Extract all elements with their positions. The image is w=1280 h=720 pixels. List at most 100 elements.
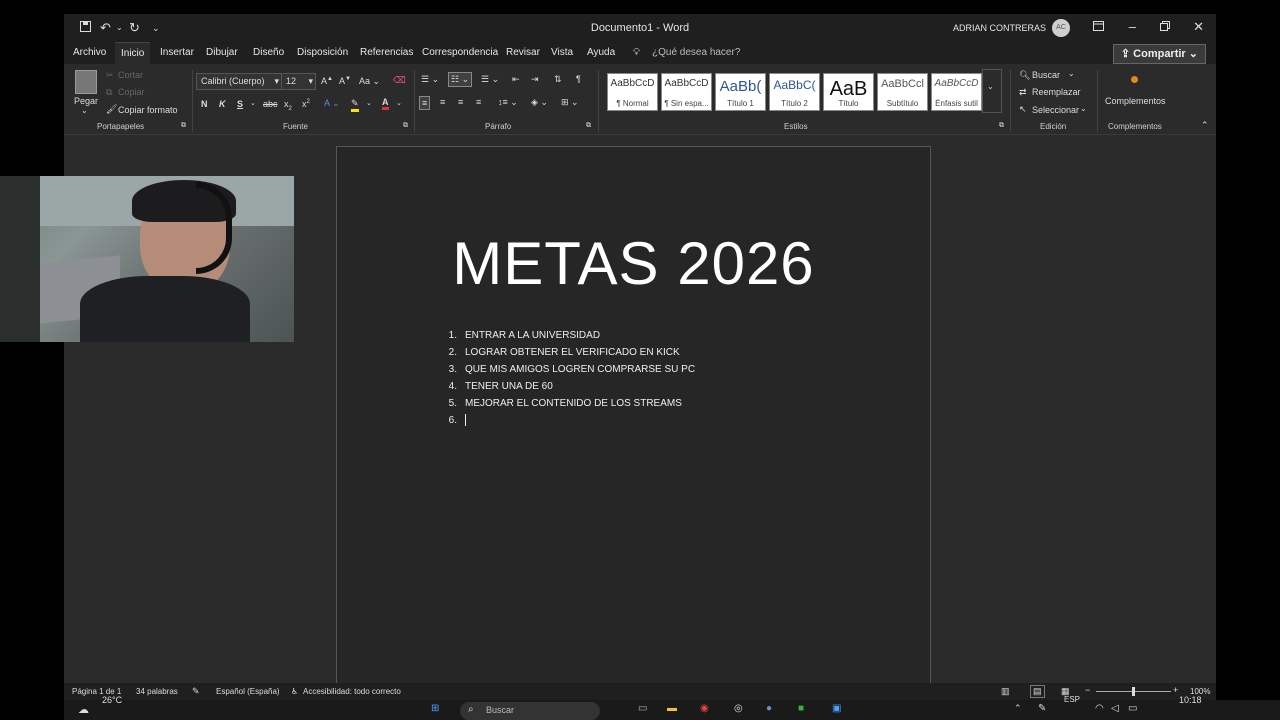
language-indicator[interactable]: ESP [1064,695,1080,704]
paragraph-launcher-icon[interactable]: ⧉ [586,122,591,130]
paste-dropdown-icon[interactable]: ⌄ [81,106,88,115]
print-layout-icon[interactable]: ▤ [1030,685,1045,698]
word-taskbar-icon[interactable]: ▣ [832,703,841,714]
italic-button[interactable]: K [219,99,226,109]
zoom-in-icon[interactable]: + [1173,685,1178,695]
align-right-icon[interactable]: ≡ [458,97,463,107]
tab-correspondencia[interactable]: Correspondencia [422,47,498,58]
app-icon[interactable]: ◎ [734,703,743,714]
tab-disposicion[interactable]: Disposición [297,47,348,58]
document-page[interactable]: METAS 2026 1. ENTRAR A LA UNIVERSIDAD 2. LO… [336,146,931,708]
weather-temp[interactable]: 26°C [102,695,122,705]
find-button[interactable]: Buscar [1032,70,1060,80]
font-launcher-icon[interactable]: ⧉ [403,122,408,130]
underline-dropdown-icon[interactable]: ⌄ [250,99,256,107]
replace-button[interactable]: Reemplazar [1032,87,1081,97]
align-center-icon[interactable]: ≡ [440,97,445,107]
weather-icon[interactable]: ☁ [78,703,89,716]
copy-button[interactable]: Copiar [118,87,145,97]
style-item[interactable]: AaBb(Título 1 [715,73,766,111]
minecraft-icon[interactable]: ■ [798,703,804,714]
accessibility-status[interactable]: Accesibilidad: todo correcto [303,687,401,696]
proofing-icon[interactable]: ✎ [192,686,200,697]
cut-button[interactable]: Cortar [118,70,143,80]
format-painter-button[interactable]: Copiar formato [118,105,178,115]
align-left-icon[interactable]: ≡ [419,96,431,110]
style-item[interactable]: AaBbC(Título 2 [769,73,820,111]
language-status[interactable]: Español (España) [216,687,280,696]
wifi-icon[interactable]: ◠ [1095,703,1104,714]
taskbar-search[interactable]: ⌕ Buscar [460,702,600,720]
style-item[interactable]: AaBbCcD Énfasis sutil [931,73,982,111]
increase-indent-icon[interactable]: ⇥ [531,74,539,85]
borders-icon[interactable]: ⊞ ⌄ [561,97,579,108]
tab-ayuda[interactable]: Ayuda [587,47,615,58]
addins-button[interactable]: Complementos [1105,96,1166,106]
bullets-icon[interactable]: ☰ ⌄ [421,74,439,85]
strikethrough-icon[interactable]: abc [263,99,278,109]
style-item[interactable]: AaBbCcl Subtítulo [877,73,928,111]
tab-revisar[interactable]: Revisar [506,47,540,58]
numbering-icon[interactable]: ☷ ⌄ [448,72,473,87]
style-item[interactable]: AaB Título [823,73,874,111]
shrink-font-icon[interactable]: A▼ [339,76,351,86]
tab-dibujar[interactable]: Dibujar [206,47,238,58]
ribbon-display-icon[interactable] [1093,19,1104,34]
volume-icon[interactable]: ◁ [1111,703,1119,714]
restore-icon[interactable] [1160,19,1170,34]
style-item[interactable]: AaBbCcD ¶ Sin espa... [661,73,712,111]
zoom-out-icon[interactable]: − [1085,685,1090,695]
list-item[interactable]: 6. [433,412,695,429]
highlight-icon[interactable]: ✎ [351,98,359,112]
share-button[interactable]: ⇪ Compartir ⌄ [1112,44,1206,64]
subscript-icon[interactable]: x2 [284,99,292,112]
user-name[interactable]: ADRIAN CONTRERAS [953,23,1046,33]
style-item[interactable]: AaBbCcD ¶ Normal [607,73,658,111]
tab-diseno[interactable]: Diseño [253,47,284,58]
shading-icon[interactable]: ◈ ⌄ [531,97,548,108]
font-size-select[interactable]: 12 ▾ [281,73,316,90]
list-item[interactable]: 4. TENER UNA DE 60 [433,378,695,395]
paste-button[interactable]: Pegar [74,96,98,106]
word-count[interactable]: 34 palabras [136,687,178,696]
text-effects-icon[interactable]: A ⌄ [324,98,340,109]
zoom-slider-thumb[interactable] [1132,687,1135,696]
select-button[interactable]: Seleccionar [1032,105,1079,115]
clock-time[interactable]: 10:18 [1179,695,1202,705]
select-dropdown-icon[interactable]: ⌄ [1080,104,1087,113]
task-view-icon[interactable]: ▭ [638,703,647,714]
tab-insertar[interactable]: Insertar [160,47,194,58]
multilevel-list-icon[interactable]: ☰ ⌄ [481,74,499,85]
styles-launcher-icon[interactable]: ⧉ [999,122,1004,130]
list-item[interactable]: 3. QUE MIS AMIGOS LOGREN COMPRARSE SU PC [433,361,695,378]
grow-font-icon[interactable]: A▲ [321,76,333,86]
clipboard-launcher-icon[interactable]: ⧉ [181,122,186,130]
superscript-icon[interactable]: x2 [302,99,310,109]
highlight-dropdown-icon[interactable]: ⌄ [366,99,372,107]
tray-pen-icon[interactable]: ✎ [1038,703,1046,714]
list-item[interactable]: 1. ENTRAR A LA UNIVERSIDAD [433,327,695,344]
read-mode-icon[interactable]: ▥ [1001,686,1010,697]
battery-icon[interactable]: ▭ [1128,703,1137,714]
underline-button[interactable]: S [237,99,243,109]
styles-more-button[interactable]: ⌄ [982,69,1002,113]
avatar[interactable]: AC [1052,19,1070,37]
sort-icon[interactable]: ⇅ [554,74,562,85]
font-color-icon[interactable]: A [382,97,389,110]
tab-vista[interactable]: Vista [551,47,573,58]
change-case-icon[interactable]: Aa ⌄ [359,76,380,87]
tell-me-search[interactable]: ¿Qué desea hacer? [652,47,740,58]
bold-button[interactable]: N [201,99,208,109]
tab-referencias[interactable]: Referencias [360,47,413,58]
discord-icon[interactable]: ● [766,703,772,714]
close-icon[interactable]: ✕ [1193,19,1204,35]
clear-formatting-icon[interactable]: ⌫ [393,75,406,86]
tab-archivo[interactable]: Archivo [73,47,106,58]
file-explorer-icon[interactable]: ▬ [667,703,677,714]
justify-icon[interactable]: ≡ [476,97,481,107]
minimize-icon[interactable]: – [1129,19,1136,34]
tab-inicio[interactable]: Inicio [115,42,151,65]
show-formatting-icon[interactable]: ¶ [576,74,581,84]
line-spacing-icon[interactable]: ↕≡ ⌄ [498,97,518,108]
list-item[interactable]: 5. MEJORAR EL CONTENIDO DE LOS STREAMS [433,395,695,412]
